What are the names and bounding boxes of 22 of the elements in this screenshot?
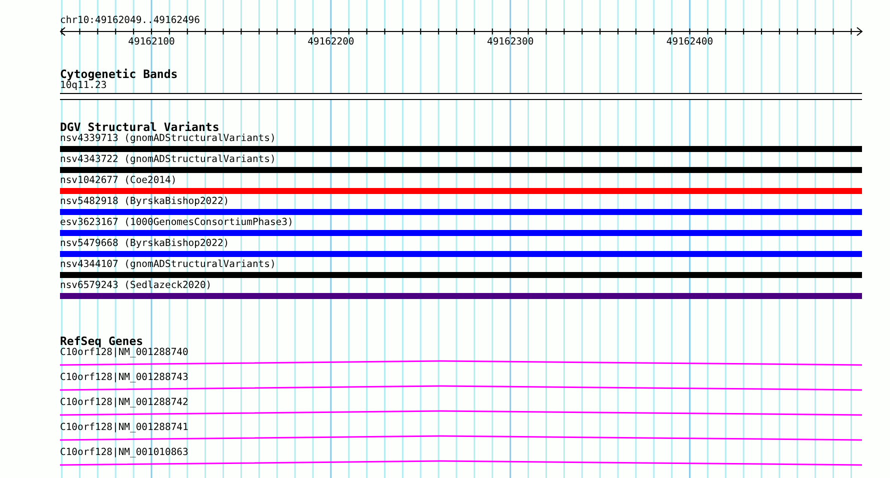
ruler-tick-label: 49162300 xyxy=(487,36,534,48)
feature-label: C10orf128|NM_001010863 xyxy=(60,447,188,459)
ruler-tick-label: 49162200 xyxy=(308,36,354,48)
feature-label: nsv4344107 (gnomADStructuralVariants) xyxy=(60,259,276,271)
feature-label: esv3623167 (1000GenomesConsortiumPhase3) xyxy=(60,217,294,229)
feature-label: C10orf128|NM_001288742 xyxy=(60,397,188,409)
track-title: RefSeq Genes xyxy=(60,335,144,347)
feature-label: 10q11.23 xyxy=(60,80,107,92)
feature-label: nsv4339713 (gnomADStructuralVariants) xyxy=(60,133,276,145)
feature-label: nsv6579243 (Sedlazeck2020) xyxy=(60,280,212,292)
track-title: Cytogenetic Bands xyxy=(60,68,179,80)
feature-label: nsv4343722 (gnomADStructuralVariants) xyxy=(60,154,276,166)
location-label: chr10:49162049..49162496 xyxy=(60,15,201,27)
ruler-tick-label: 49162400 xyxy=(666,36,714,48)
track-title: DGV Structural Variants xyxy=(60,121,220,133)
ruler-tick-label: 49162100 xyxy=(128,36,175,48)
feature-label: nsv1042677 (Coe2014) xyxy=(60,175,177,187)
feature-label: C10orf128|NM_001288741 xyxy=(60,422,188,434)
feature-label: C10orf128|NM_001288743 xyxy=(60,372,188,384)
feature-label: C10orf128|NM_001288740 xyxy=(60,347,188,359)
feature-label: nsv5482918 (ByrskaBishop2022) xyxy=(60,196,230,208)
feature-label: nsv5479668 (ByrskaBishop2022) xyxy=(60,238,230,250)
